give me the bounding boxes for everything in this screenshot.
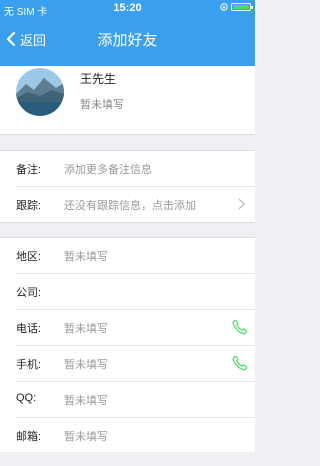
remark-label: 备注: — [16, 164, 42, 176]
chevron-right-icon — [238, 198, 245, 210]
telephone-value: 暂未填写 — [64, 323, 108, 335]
qq-value: 暂未填写 — [64, 395, 108, 407]
contact-name: 王先生 — [80, 72, 117, 86]
telephone-label: 电话: — [16, 323, 42, 335]
mobile-row[interactable]: 手机: 暂未填写 — [16, 346, 255, 382]
battery-icon — [231, 3, 253, 11]
remark-value: 添加更多备注信息 — [64, 164, 152, 176]
phone-icon[interactable] — [231, 318, 249, 336]
bottom-spacer — [0, 452, 255, 466]
qq-row[interactable]: QQ: 暂未填写 — [16, 382, 255, 418]
page-title: 添加好友 — [97, 32, 158, 49]
navigation-bar: 返回 添加好友 — [0, 18, 255, 66]
email-row[interactable]: 邮箱: 暂未填写 — [16, 418, 255, 453]
details-card: 地区: 暂未填写 公司: 电话: 暂未填写 手机: 暂未填写 QQ: 暂未填写 … — [0, 237, 255, 454]
status-icons — [220, 3, 253, 11]
remark-row[interactable]: 备注: 添加更多备注信息 — [16, 151, 255, 187]
tracking-value: 还没有跟踪信息，点击添加 — [64, 200, 196, 212]
landscape-photo — [16, 68, 64, 116]
region-value: 暂未填写 — [64, 251, 108, 263]
company-row[interactable]: 公司: — [16, 274, 255, 310]
region-row[interactable]: 地区: 暂未填写 — [16, 238, 255, 274]
email-label: 邮箱: — [16, 431, 42, 443]
mobile-label: 手机: — [16, 359, 42, 371]
phone-icon[interactable] — [231, 354, 249, 372]
mobile-value: 暂未填写 — [64, 359, 108, 371]
email-value: 暂未填写 — [64, 431, 108, 443]
tracking-row[interactable]: 跟踪: 还没有跟踪信息，点击添加 — [16, 187, 255, 222]
company-label: 公司: — [16, 287, 42, 299]
region-label: 地区: — [16, 251, 42, 263]
telephone-row[interactable]: 电话: 暂未填写 — [16, 310, 255, 346]
top-bar: 无 SIM 卡 15:20 返回 添加好友 — [0, 0, 255, 66]
lock-rotation-icon — [220, 3, 228, 11]
remarks-card: 备注: 添加更多备注信息 跟踪: 还没有跟踪信息，点击添加 — [0, 150, 255, 223]
clock: 15:20 — [113, 2, 142, 14]
status-bar: 无 SIM 卡 15:20 — [0, 0, 255, 18]
contact-subtitle: 暂未填写 — [80, 99, 124, 111]
avatar[interactable] — [16, 68, 64, 116]
profile-card: 王先生 暂未填写 — [0, 66, 255, 135]
tracking-label: 跟踪: — [16, 200, 42, 212]
qq-label: QQ: — [16, 392, 37, 404]
